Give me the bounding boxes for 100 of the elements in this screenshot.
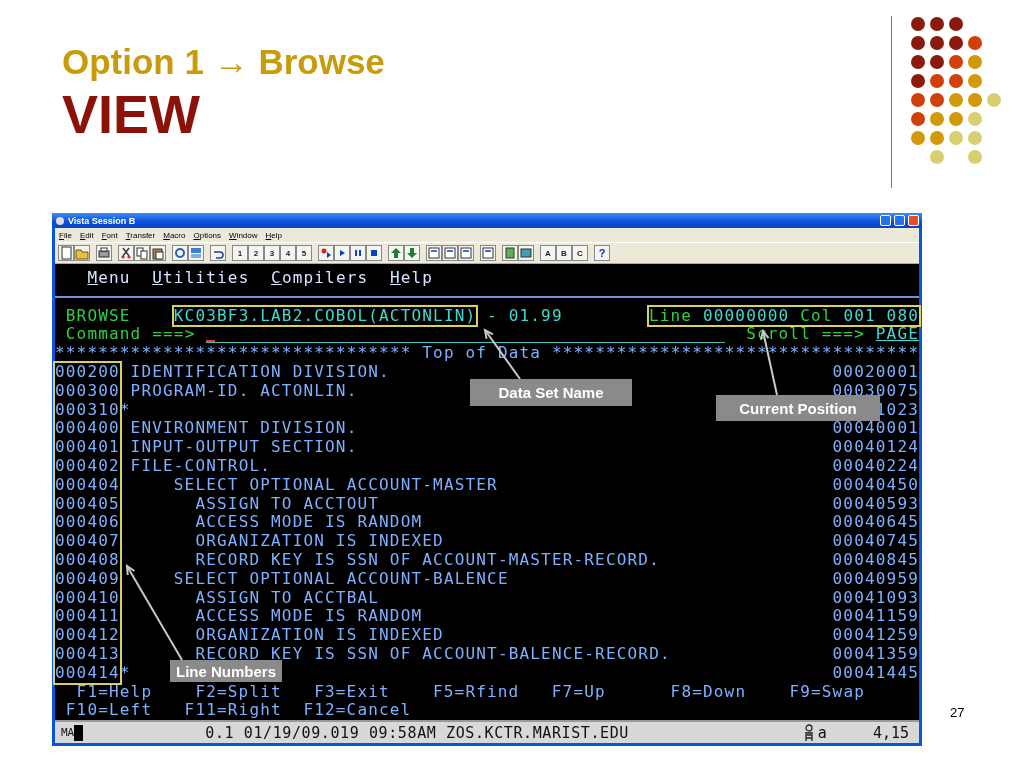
line-number: 000409 (55, 569, 120, 589)
status-cursor-position: 4,15 (872, 723, 909, 742)
pause-icon[interactable] (350, 245, 366, 261)
menu-bar-entry[interactable]: Window (229, 230, 258, 240)
function-key[interactable]: F2=Split (195, 681, 282, 701)
close-button[interactable] (908, 215, 919, 226)
menu-bar-entry[interactable]: Transfer (125, 230, 156, 240)
function-key[interactable]: F8=Down (670, 681, 747, 701)
sequence-number: 00040959 (832, 569, 919, 589)
line-number: 000406 (55, 513, 120, 533)
function-key[interactable]: F1=Help (76, 681, 153, 701)
new-document-icon[interactable] (58, 245, 74, 261)
function-key[interactable]: F7=Up (551, 681, 606, 701)
line-number: 000412 (55, 626, 120, 645)
sequence-number: 00040745 (832, 532, 919, 551)
member-info: - 01.99 (487, 306, 563, 326)
disk-icon[interactable] (518, 245, 534, 261)
refresh-icon[interactable] (172, 245, 188, 261)
sequence-number: 00040845 (832, 550, 919, 570)
line-number: 000200 (55, 363, 120, 382)
line-number: 000310 (55, 400, 120, 420)
function-key[interactable]: F9=Swap (789, 681, 865, 701)
help-button[interactable]: ? (594, 245, 610, 261)
panel-icon[interactable] (426, 245, 442, 261)
macro-button[interactable]: 1 (232, 245, 248, 261)
status-cursor (74, 724, 84, 741)
keypad-button[interactable]: C (572, 245, 588, 261)
panel-icon[interactable] (458, 245, 474, 261)
sequence-number: 00020001 (832, 363, 919, 382)
menu-bar-entry[interactable]: Help (265, 230, 282, 240)
book-icon[interactable] (502, 245, 518, 261)
code-line: SELECT OPTIONAL ACCOUNT-BALENCE (172, 569, 509, 589)
line-number: 000410 (55, 588, 120, 608)
line-number: 000413 (55, 644, 120, 664)
play-icon[interactable] (334, 245, 350, 261)
line-number: 000408 (55, 550, 120, 570)
function-key[interactable]: F12=Cancel (303, 700, 412, 720)
callout-label: Current Position (716, 395, 880, 421)
sequence-number: 00040124 (832, 438, 919, 457)
panel-mode: BROWSE (65, 306, 131, 326)
code-line: ACCESS MODE IS RANDOM (194, 607, 423, 627)
menu-bar-entry[interactable]: Edit (79, 230, 94, 240)
copy-icon[interactable] (134, 245, 150, 261)
dataset-name: KC03BF3.LAB2.COBOL(ACTONLIN) (173, 306, 477, 326)
transfer-icon[interactable] (188, 245, 204, 261)
macro-button[interactable]: 3 (264, 245, 280, 261)
undo-icon[interactable] (210, 245, 226, 261)
code-line: PROGRAM-ID. ACTONLIN. (129, 381, 358, 401)
line-value: 00000000 (702, 306, 790, 326)
scissors-icon[interactable] (118, 245, 134, 261)
function-key[interactable]: F5=Rfind (433, 681, 520, 701)
keypad-button[interactable]: B (556, 245, 572, 261)
line-number: 000414 (55, 663, 120, 683)
line-number: 000405 (55, 494, 120, 514)
line-number: 000404 (55, 475, 120, 495)
panel-icon[interactable] (442, 245, 458, 261)
code-line: ORGANIZATION IS INDEXED (194, 532, 444, 551)
sequence-number: 00040593 (832, 494, 919, 514)
action-bar-item[interactable]: Utilities (152, 269, 250, 288)
minimize-button[interactable] (880, 215, 891, 226)
menu-bar-entry[interactable]: Options (193, 230, 222, 240)
status-info: 0.1 01/19/09.019 09:58AM ZOS.KCTR.MARIST.EDU (205, 723, 630, 742)
paste-icon[interactable] (150, 245, 166, 261)
stop-icon[interactable] (366, 245, 382, 261)
record-icon[interactable] (318, 245, 334, 261)
menu-bar-entry[interactable]: Macro (163, 230, 186, 240)
panel-icon[interactable] (480, 245, 496, 261)
code-line: RECORD KEY IS SSN OF ACCOUNT-MASTER-RECORD. (194, 550, 660, 570)
keypad-button[interactable]: A (540, 245, 556, 261)
scroll-value[interactable]: PAGE (875, 325, 919, 345)
menu-bar-entry[interactable]: File (59, 230, 72, 240)
down-icon[interactable] (404, 245, 420, 261)
sequence-number: 00041445 (832, 663, 919, 683)
menu-bar-entry[interactable]: Font (101, 230, 118, 240)
code-line: ENVIRONMENT DIVISION. (129, 419, 358, 439)
action-bar-item[interactable]: Menu (87, 269, 131, 288)
code-line: ORGANIZATION IS INDEXED (194, 626, 444, 645)
status-mode: MA (61, 726, 75, 740)
macro-button[interactable]: 5 (296, 245, 312, 261)
action-bar-item[interactable]: Compilers (271, 269, 369, 288)
code-line: INPUT-OUTPUT SECTION. (129, 438, 358, 457)
function-key[interactable]: F11=Right (184, 700, 282, 720)
app-icon (55, 215, 65, 226)
folder-icon[interactable] (74, 245, 90, 261)
window-title: Vista Session B (68, 215, 137, 226)
macro-button[interactable]: 2 (248, 245, 264, 261)
sequence-number: 00040001 (832, 419, 919, 439)
callout-label: Line Numbers (170, 660, 282, 682)
macro-button[interactable]: 4 (280, 245, 296, 261)
callout-label: Data Set Name (470, 379, 632, 406)
sequence-number: 00041259 (832, 626, 919, 645)
page-number: 27 (950, 705, 965, 721)
action-bar-item[interactable]: Help (389, 269, 434, 288)
code-line: ASSIGN TO ACCTOUT (194, 494, 380, 514)
function-key[interactable]: F3=Exit (314, 681, 390, 701)
maximize-button[interactable] (894, 215, 905, 226)
function-key[interactable]: F10=Left (65, 700, 153, 720)
sequence-number: 00041359 (832, 644, 919, 664)
up-icon[interactable] (388, 245, 404, 261)
printer-icon[interactable] (96, 245, 112, 261)
